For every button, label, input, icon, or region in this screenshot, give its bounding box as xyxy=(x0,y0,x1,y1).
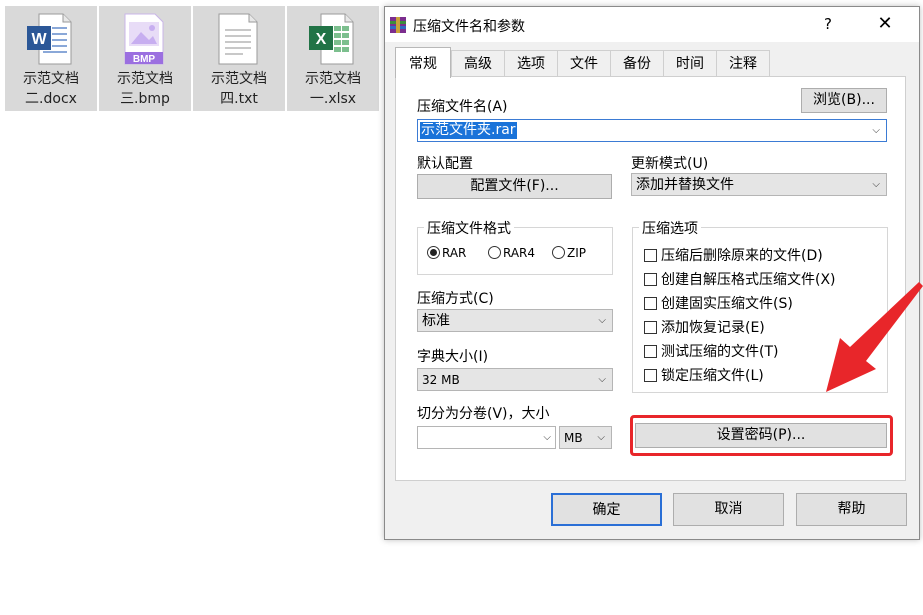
cancel-button[interactable]: 取消 xyxy=(673,493,784,526)
red-arrow-icon xyxy=(826,282,923,392)
format-radio-rar4[interactable]: RAR4 xyxy=(488,246,535,260)
method-value: 标准 xyxy=(422,313,450,329)
radio-empty-icon xyxy=(552,246,565,259)
file-name: 示范文档 三.bmp xyxy=(117,71,173,107)
update-mode-label: 更新模式(U) xyxy=(631,156,709,172)
dict-select[interactable]: 32 MB ⌵ xyxy=(417,368,613,391)
checkbox-icon xyxy=(644,273,657,286)
checkbox-icon xyxy=(644,345,657,358)
desktop-file-txt[interactable]: 示范文档 四.txt xyxy=(193,6,285,111)
password-highlight-box xyxy=(630,415,893,456)
dict-label: 字典大小(I) xyxy=(417,349,489,365)
chevron-down-icon[interactable]: ⌵ xyxy=(543,427,551,449)
desktop-file-docx[interactable]: W 示范文档 二.docx xyxy=(5,6,97,111)
desktop-file-bmp[interactable]: BMP 示范文档 三.bmp xyxy=(99,6,191,111)
chevron-down-icon[interactable]: ⌵ xyxy=(872,120,880,142)
close-icon[interactable]: ✕ xyxy=(869,11,901,37)
winrar-app-icon xyxy=(390,17,406,33)
svg-text:X: X xyxy=(316,31,327,48)
tab-options[interactable]: 选项 xyxy=(504,50,558,77)
chevron-down-icon: ⌵ xyxy=(597,432,605,443)
bmp-image-icon: BMP xyxy=(124,13,164,65)
format-group: 压缩文件格式 RAR RAR4 ZIP xyxy=(417,218,613,275)
word-document-icon: W xyxy=(27,13,72,65)
help-icon[interactable]: ? xyxy=(815,12,841,36)
option-delete-after[interactable]: 压缩后删除原来的文件(D) xyxy=(644,245,823,265)
option-solid[interactable]: 创建固实压缩文件(S) xyxy=(644,293,793,313)
title-bar[interactable]: 压缩文件名和参数 ? ✕ xyxy=(385,7,919,42)
format-group-title: 压缩文件格式 xyxy=(424,218,514,238)
split-unit-select[interactable]: MB ⌵ xyxy=(559,426,612,449)
file-name: 示范文档 一.xlsx xyxy=(305,71,361,107)
svg-text:W: W xyxy=(31,31,47,48)
radio-empty-icon xyxy=(488,246,501,259)
tab-files[interactable]: 文件 xyxy=(557,50,611,77)
tab-advanced[interactable]: 高级 xyxy=(451,50,505,77)
excel-spreadsheet-icon: X xyxy=(309,13,354,65)
tab-time[interactable]: 时间 xyxy=(663,50,717,77)
checkbox-icon xyxy=(644,321,657,334)
split-unit-value: MB xyxy=(564,431,583,445)
tab-backup[interactable]: 备份 xyxy=(610,50,664,77)
archive-dialog: 压缩文件名和参数 ? ✕ 常规 高级 选项 文件 备份 时间 注释 压缩文件名(… xyxy=(384,6,920,540)
svg-text:BMP: BMP xyxy=(133,54,156,65)
option-lock-archive[interactable]: 锁定压缩文件(L) xyxy=(644,365,764,385)
split-size-input[interactable]: ⌵ xyxy=(417,426,556,449)
browse-button[interactable]: 浏览(B)... xyxy=(801,88,887,113)
update-mode-value: 添加并替换文件 xyxy=(636,177,734,193)
format-radio-zip[interactable]: ZIP xyxy=(552,246,586,260)
checkbox-icon xyxy=(644,369,657,382)
dict-value: 32 MB xyxy=(422,373,460,387)
update-mode-select[interactable]: 添加并替换文件 ⌵ xyxy=(631,173,887,196)
option-recovery-record[interactable]: 添加恢复记录(E) xyxy=(644,317,765,337)
archive-name-input[interactable]: 示范文件夹.rar ⌵ xyxy=(417,119,887,142)
help-button[interactable]: 帮助 xyxy=(796,493,907,526)
option-test-files[interactable]: 测试压缩的文件(T) xyxy=(644,341,778,361)
method-select[interactable]: 标准 ⌵ xyxy=(417,309,613,332)
split-label: 切分为分卷(V)，大小 xyxy=(417,406,550,422)
dialog-title: 压缩文件名和参数 xyxy=(413,19,525,35)
tab-general[interactable]: 常规 xyxy=(395,47,451,78)
format-radio-rar[interactable]: RAR xyxy=(427,246,466,260)
checkbox-icon xyxy=(644,297,657,310)
file-name: 示范文档 二.docx xyxy=(23,71,79,107)
archive-name-label: 压缩文件名(A) xyxy=(417,99,508,115)
option-sfx[interactable]: 创建自解压格式压缩文件(X) xyxy=(644,269,836,289)
desktop-file-xlsx[interactable]: X 示范文档 一.xlsx xyxy=(287,6,379,111)
checkbox-icon xyxy=(644,249,657,262)
options-group-title: 压缩选项 xyxy=(639,218,701,238)
ok-button[interactable]: 确定 xyxy=(551,493,662,526)
text-document-icon xyxy=(218,13,258,65)
archive-name-value: 示范文件夹.rar xyxy=(420,122,517,139)
file-name: 示范文档 四.txt xyxy=(211,71,267,107)
radio-selected-icon xyxy=(427,246,440,259)
default-profile-label: 默认配置 xyxy=(417,156,473,172)
chevron-down-icon: ⌵ xyxy=(872,179,880,190)
profile-button[interactable]: 配置文件(F)... xyxy=(417,174,612,199)
chevron-down-icon: ⌵ xyxy=(598,374,606,385)
chevron-down-icon: ⌵ xyxy=(598,315,606,326)
method-label: 压缩方式(C) xyxy=(417,291,494,307)
tab-comment[interactable]: 注释 xyxy=(716,50,770,77)
